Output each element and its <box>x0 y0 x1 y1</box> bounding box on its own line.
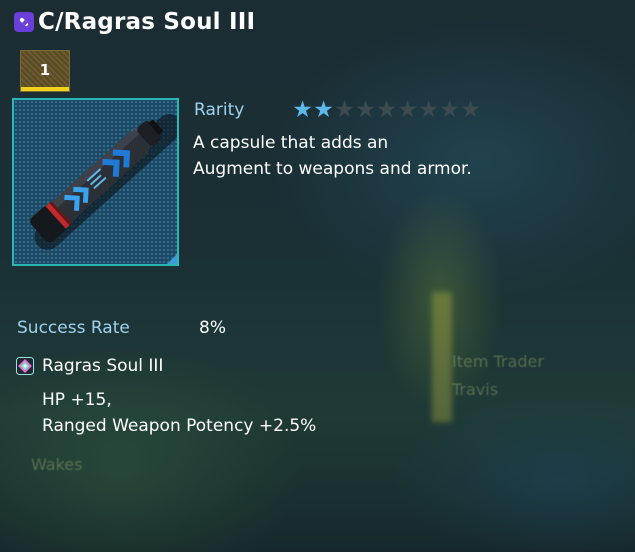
count-badge-bar <box>21 87 69 91</box>
success-rate-value: 8% <box>199 318 226 338</box>
background-pillar <box>432 292 452 422</box>
rarity-star-empty-icon: ★ <box>334 97 355 123</box>
bg-npc-subtitle: Travis <box>452 380 499 399</box>
rarity-star-empty-icon: ★ <box>460 97 481 123</box>
frame-corner-marker <box>167 254 177 264</box>
rarity-star-empty-icon: ★ <box>418 97 439 123</box>
augment-effect-2: Ranged Weapon Potency +2.5% <box>42 416 317 436</box>
augment-effects: HP +15, Ranged Weapon Potency +2.5% <box>42 387 316 439</box>
capsule-item-icon <box>30 114 177 250</box>
rarity-stars: ★ ★ ★ ★ ★ ★ ★ ★ ★ <box>292 98 481 122</box>
augment-row: Ragras Soul III <box>16 356 163 376</box>
augment-name: Ragras Soul III <box>42 356 164 376</box>
capsule-category-icon <box>14 12 34 32</box>
rarity-star-empty-icon: ★ <box>376 97 397 123</box>
rarity-star-filled-icon: ★ <box>292 97 313 123</box>
item-title-row: C/Ragras Soul III <box>14 7 255 37</box>
item-count-badge: 1 <box>20 50 70 92</box>
augment-diamond-icon <box>16 357 34 375</box>
item-title: C/Ragras Soul III <box>38 9 256 35</box>
rarity-label: Rarity <box>194 100 245 120</box>
item-count: 1 <box>39 61 51 79</box>
bg-npc-name: Item Trader <box>452 352 544 371</box>
rarity-star-empty-icon: ★ <box>439 97 460 123</box>
item-image-frame <box>12 98 179 266</box>
description-line-1: A capsule that adds an <box>193 133 389 153</box>
description-line-2: Augment to weapons and armor. <box>193 159 472 179</box>
bg-wakes-label: Wakes <box>31 455 83 474</box>
rarity-star-empty-icon: ★ <box>397 97 418 123</box>
success-rate-label: Success Rate <box>17 318 130 338</box>
rarity-star-filled-icon: ★ <box>313 97 334 123</box>
rarity-star-empty-icon: ★ <box>355 97 376 123</box>
game-background <box>0 0 635 552</box>
item-description: A capsule that adds an Augment to weapon… <box>193 130 472 182</box>
augment-effect-1: HP +15, <box>42 390 112 410</box>
